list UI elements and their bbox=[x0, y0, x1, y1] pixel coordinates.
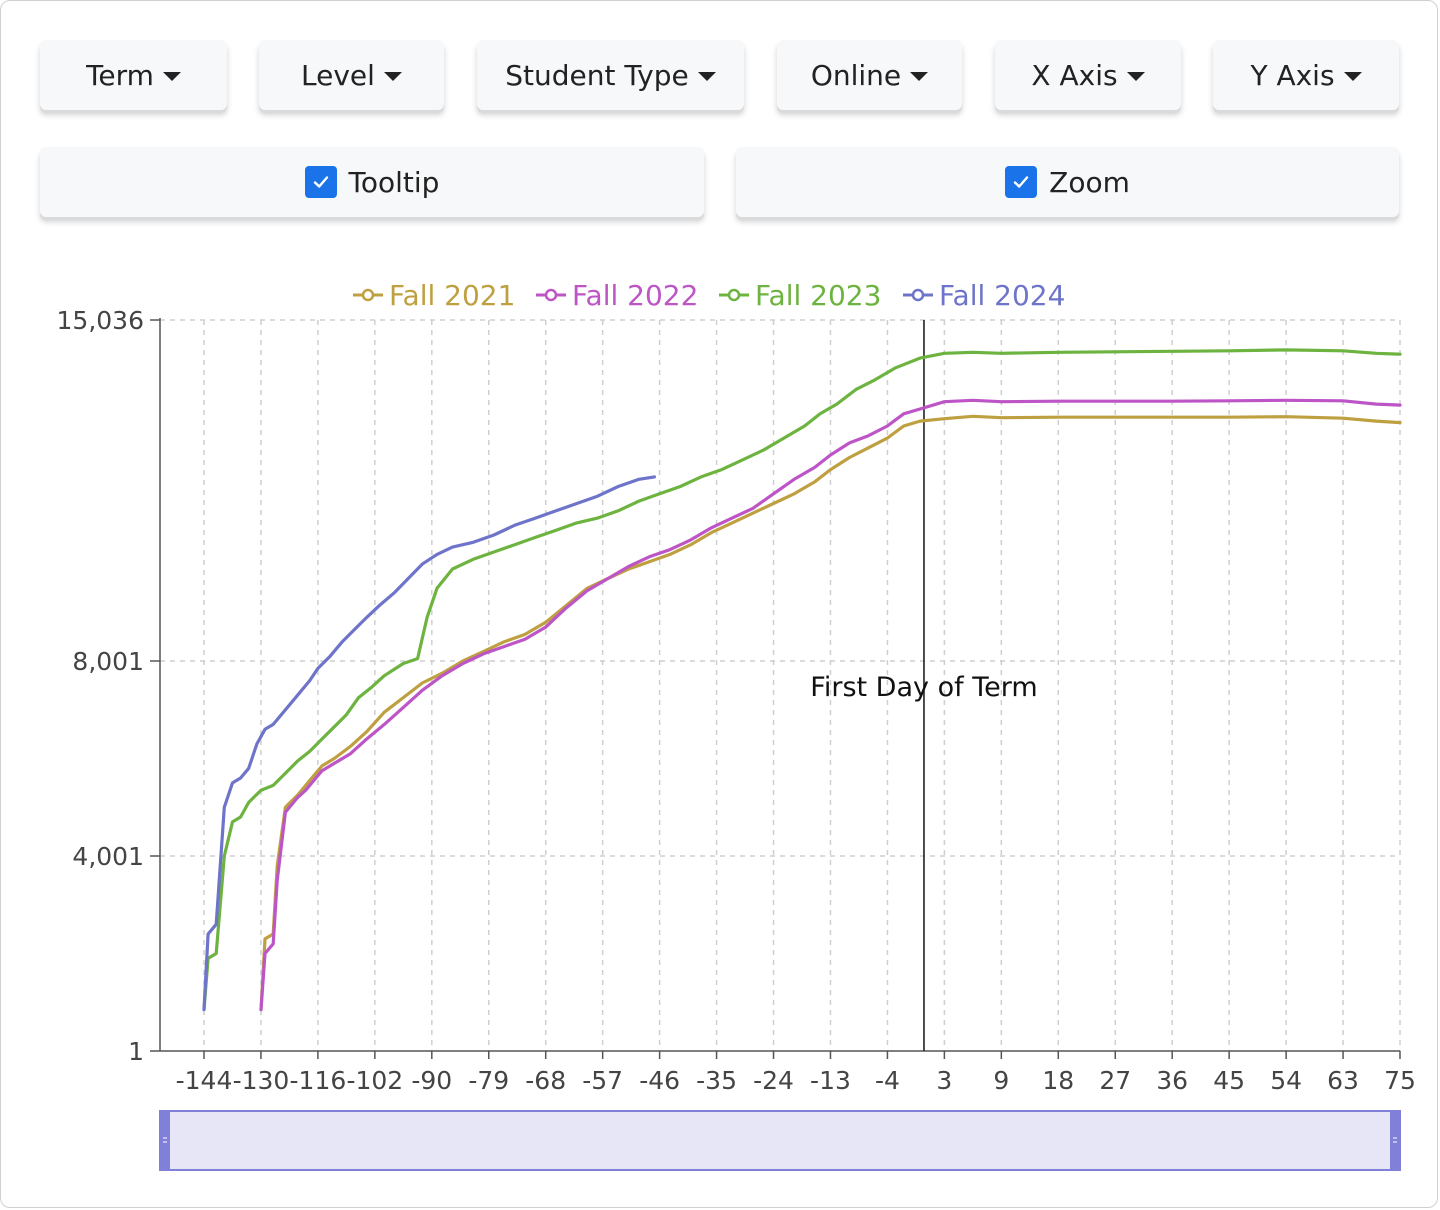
legend-item[interactable]: Fall 2021 bbox=[353, 279, 515, 312]
x-tick-label: -130 bbox=[233, 1066, 290, 1095]
legend-marker-icon bbox=[911, 288, 925, 302]
legend-label: Fall 2024 bbox=[939, 279, 1065, 312]
zoom-handle-left[interactable] bbox=[160, 1111, 170, 1170]
x-tick-label: 45 bbox=[1213, 1066, 1245, 1095]
x-tick-label: 63 bbox=[1327, 1066, 1359, 1095]
first-day-annotation: First Day of Term bbox=[810, 672, 1037, 703]
y-tick-label: 4,001 bbox=[72, 842, 144, 871]
x-tick-label: -13 bbox=[810, 1066, 851, 1095]
grid-lines bbox=[160, 319, 1401, 1051]
x-tick-label: -116 bbox=[290, 1066, 347, 1095]
y-tick-label: 15,036 bbox=[57, 306, 144, 335]
series-line bbox=[202, 475, 656, 1012]
legend-marker-icon bbox=[361, 288, 375, 302]
legend-marker-icon bbox=[544, 288, 558, 302]
x-tick-label: -46 bbox=[639, 1066, 680, 1095]
legend-marker-icon bbox=[727, 288, 741, 302]
series-line bbox=[202, 348, 1402, 1012]
y-tick-label: 1 bbox=[128, 1037, 144, 1066]
x-tick-label: -102 bbox=[346, 1066, 403, 1095]
legend-item[interactable]: Fall 2022 bbox=[536, 279, 698, 312]
legend-item[interactable]: Fall 2023 bbox=[719, 279, 881, 312]
x-tick-label: -144 bbox=[176, 1066, 233, 1095]
legend-label: Fall 2022 bbox=[572, 279, 698, 312]
x-tick-label: -79 bbox=[468, 1066, 509, 1095]
x-tick-label: 9 bbox=[993, 1066, 1009, 1095]
enrollment-line-chart: -144 -130 -116 -102 -90 -79 -68 -57 -46 -35 -24 -13… bbox=[57, 279, 1416, 1171]
legend-label: Fall 2021 bbox=[389, 279, 515, 312]
x-tick-label: -24 bbox=[753, 1066, 794, 1095]
x-tick-label: -68 bbox=[525, 1066, 566, 1095]
zoom-slider-range[interactable] bbox=[159, 1110, 1401, 1171]
x-tick-label: 3 bbox=[936, 1066, 952, 1095]
x-tick-label: -57 bbox=[582, 1066, 623, 1095]
x-tick-label: 36 bbox=[1156, 1066, 1188, 1095]
legend-label: Fall 2023 bbox=[755, 279, 881, 312]
legend-item[interactable]: Fall 2024 bbox=[903, 279, 1065, 312]
x-tick-label: 54 bbox=[1270, 1066, 1302, 1095]
zoom-handle-right[interactable] bbox=[1390, 1111, 1400, 1170]
x-tick-label: -35 bbox=[696, 1066, 737, 1095]
x-tick-label: -4 bbox=[875, 1066, 900, 1095]
y-tick-label: 8,001 bbox=[72, 647, 144, 676]
x-tick-label: 18 bbox=[1042, 1066, 1074, 1095]
x-tick-label: 75 bbox=[1384, 1066, 1416, 1095]
x-tick-label: 27 bbox=[1099, 1066, 1131, 1095]
x-tick-label: -90 bbox=[411, 1066, 452, 1095]
